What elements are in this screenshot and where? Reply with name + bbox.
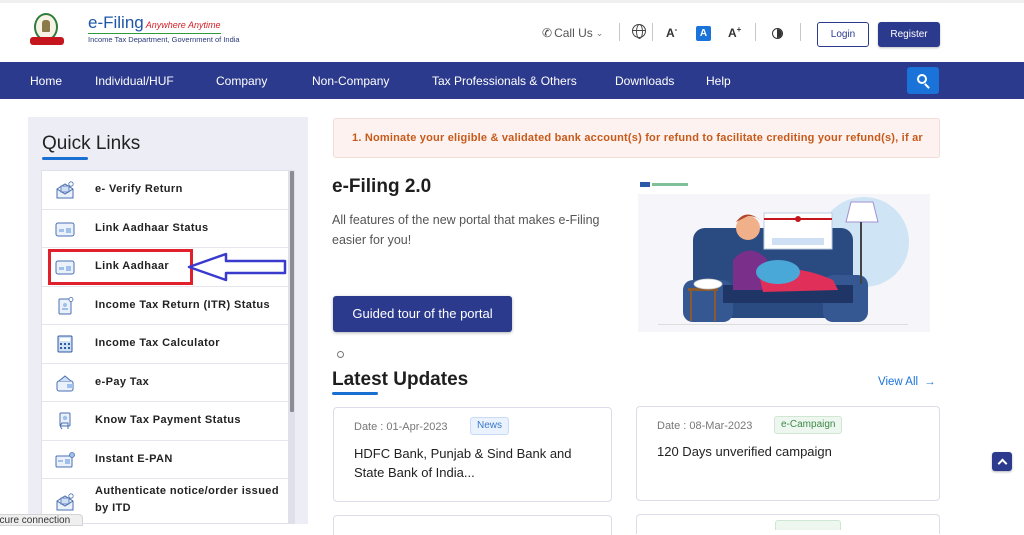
- logo-divider: [88, 33, 221, 34]
- contrast-toggle-icon[interactable]: [772, 28, 783, 39]
- update-date: Date : 08-Mar-2023: [657, 420, 753, 432]
- quick-link-label: e-Pay Tax: [95, 375, 150, 388]
- quick-link-e-pay-tax[interactable]: e-Pay Tax: [42, 364, 288, 402]
- view-all-link[interactable]: View All →: [878, 376, 936, 388]
- quick-link-tax-calculator[interactable]: Income Tax Calculator: [42, 325, 288, 364]
- quick-links-scrollbar-thumb[interactable]: [290, 171, 294, 412]
- annotation-arrow-left-icon: [187, 252, 287, 282]
- call-us-dropdown[interactable]: ✆ Call Us ⌄: [542, 18, 603, 48]
- nav-downloads[interactable]: Downloads: [615, 74, 674, 88]
- hero-title: e-Filing 2.0: [332, 176, 432, 197]
- register-button[interactable]: Register: [878, 22, 940, 47]
- document-status-icon: [58, 296, 74, 314]
- divider: [755, 23, 756, 41]
- divider: [800, 23, 801, 41]
- quick-link-label: Authenticate notice/order issued by ITD: [95, 485, 279, 514]
- quick-links-list: e- Verify Return Link Aadhaar Status Lin…: [41, 170, 289, 524]
- envelope-verify-icon: [56, 493, 74, 511]
- update-card[interactable]: [333, 515, 612, 535]
- quick-link-itr-status[interactable]: Income Tax Return (ITR) Status: [42, 287, 288, 325]
- font-default-button[interactable]: A: [696, 26, 711, 41]
- calculator-icon: [57, 335, 73, 353]
- payment-receipt-icon: [59, 412, 71, 430]
- language-globe-icon[interactable]: [632, 24, 646, 39]
- update-badge-campaign: [775, 520, 841, 530]
- quick-link-link-aadhaar-status[interactable]: Link Aadhaar Status: [42, 210, 288, 248]
- quick-link-label: Know Tax Payment Status: [95, 414, 241, 426]
- carousel-indicator[interactable]: [337, 351, 344, 358]
- nav-non-company[interactable]: Non-Company: [312, 74, 389, 88]
- nav-home[interactable]: Home: [30, 74, 62, 88]
- login-button[interactable]: Login: [817, 22, 869, 47]
- update-text: 120 Days unverified campaign: [657, 444, 832, 459]
- quick-links-panel: Quick Links e- Verify Return Link Aadhaa…: [28, 117, 308, 524]
- hero-illustration: [638, 180, 930, 332]
- quick-link-label: e- Verify Return: [95, 183, 183, 195]
- phone-icon: ✆: [542, 26, 553, 40]
- update-text: HDFC Bank, Punjab & Sind Bank and State …: [354, 446, 572, 480]
- quick-link-label: Link Aadhaar Status: [95, 221, 209, 234]
- quick-link-label: Instant E-PAN: [95, 452, 173, 465]
- view-all-label: View All: [878, 376, 919, 388]
- arrow-right-icon: →: [924, 376, 936, 388]
- update-badge-news: News: [470, 417, 510, 435]
- update-card[interactable]: Date : 08-Mar-2023 e-Campaign 120 Days u…: [636, 406, 940, 501]
- quick-link-e-verify-return[interactable]: e- Verify Return: [42, 171, 288, 210]
- quick-link-label: Income Tax Return (ITR) Status: [95, 298, 270, 311]
- browser-status-bar: ecure connection: [0, 514, 84, 526]
- main-nav: Home Individual/HUF Company Non-Company …: [0, 62, 1024, 99]
- title-underline: [42, 157, 88, 160]
- quick-link-know-tax-payment-status[interactable]: Know Tax Payment Status: [42, 402, 288, 441]
- chevron-down-icon: ⌄: [595, 27, 604, 38]
- emblem-ribbon: [30, 37, 64, 45]
- divider: [619, 23, 620, 41]
- quick-link-label: Income Tax Calculator: [95, 337, 220, 349]
- nav-help[interactable]: Help: [706, 74, 731, 88]
- logo-subtitle: Income Tax Department, Government of Ind…: [88, 35, 240, 44]
- title-underline: [332, 392, 378, 395]
- update-date: Date : 01-Apr-2023: [354, 421, 448, 433]
- ticker-text: 1. Nominate your eligible & validated ba…: [352, 132, 923, 144]
- nav-company[interactable]: Company: [216, 74, 267, 88]
- logo-title: e-Filing Anywhere Anytime: [88, 13, 221, 32]
- announcement-ticker[interactable]: 1. Nominate your eligible & validated ba…: [333, 118, 940, 158]
- guided-tour-button[interactable]: Guided tour of the portal: [333, 296, 512, 332]
- site-header: e-Filing Anywhere Anytime Income Tax Depa…: [0, 3, 1024, 62]
- update-card[interactable]: Date : 01-Apr-2023 News HDFC Bank, Punja…: [333, 407, 612, 502]
- divider: [652, 23, 653, 41]
- call-us-label: Call Us: [554, 26, 593, 40]
- wallet-card-icon: [56, 374, 74, 391]
- pan-card-icon: [55, 451, 75, 467]
- quick-links-title: Quick Links: [42, 133, 141, 154]
- scroll-to-top-button[interactable]: [992, 452, 1012, 471]
- nav-individual-huf[interactable]: Individual/HUF: [95, 74, 174, 88]
- envelope-verify-icon: [56, 181, 74, 199]
- font-decrease-button[interactable]: A-: [666, 25, 677, 40]
- annotation-highlight-box: [48, 249, 193, 285]
- quick-link-instant-e-pan[interactable]: Instant E-PAN: [42, 441, 288, 479]
- update-badge-campaign: e-Campaign: [774, 416, 843, 434]
- hero-description: All features of the new portal that make…: [332, 213, 600, 247]
- efiling-logo[interactable]: e-Filing Anywhere Anytime Income Tax Depa…: [30, 13, 240, 53]
- logo-tagline: Anywhere Anytime: [145, 20, 221, 30]
- font-increase-button[interactable]: A+: [728, 25, 741, 40]
- nav-tax-professionals[interactable]: Tax Professionals & Others: [432, 74, 577, 88]
- latest-updates-title: Latest Updates: [332, 369, 469, 390]
- aadhaar-card-icon: [55, 222, 75, 236]
- search-button[interactable]: [907, 67, 939, 94]
- update-card[interactable]: [636, 514, 940, 534]
